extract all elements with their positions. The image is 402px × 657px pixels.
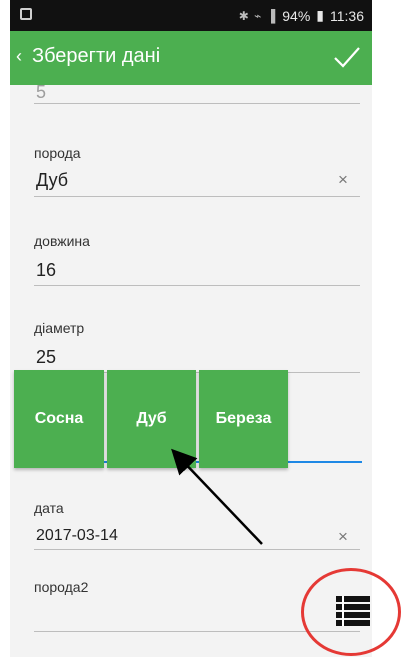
signal-icons: ✱ ⌁ ▐ bbox=[238, 8, 277, 23]
back-icon[interactable]: ‹ bbox=[16, 46, 22, 67]
page-title[interactable]: Зберегти дані bbox=[32, 45, 160, 68]
suggestion-chip-bereza[interactable]: Береза bbox=[199, 370, 288, 468]
clear-icon[interactable]: × bbox=[338, 527, 348, 547]
field-label-diameter: діаметр bbox=[34, 320, 85, 336]
suggestion-chip-dub[interactable]: Дуб bbox=[107, 370, 196, 468]
status-bar: ✱ ⌁ ▐ 94% ▮ 11:36 bbox=[10, 0, 372, 31]
phone-screen: ✱ ⌁ ▐ 94% ▮ 11:36 ‹ Зберегти дані 5 поро… bbox=[10, 0, 372, 657]
field-input-length[interactable]: 16 bbox=[36, 260, 56, 281]
field-label-date: дата bbox=[34, 500, 64, 516]
field-underline bbox=[34, 285, 360, 286]
annotation-circle bbox=[301, 568, 401, 656]
app-toolbar: ‹ Зберегти дані bbox=[10, 31, 372, 85]
field-underline bbox=[34, 549, 360, 550]
field-partial-underline bbox=[34, 103, 360, 104]
field-label-length: довжина bbox=[34, 233, 90, 249]
field-underline bbox=[34, 196, 360, 197]
field-label-poroda: порода bbox=[34, 145, 81, 161]
field-input-date[interactable]: 2017-03-14 bbox=[36, 527, 118, 545]
field-input-diameter[interactable]: 25 bbox=[36, 347, 56, 368]
check-icon[interactable] bbox=[332, 42, 362, 72]
field-label-poroda2: порода2 bbox=[34, 579, 89, 595]
notification-icon bbox=[20, 8, 32, 20]
clock: 11:36 bbox=[330, 7, 364, 24]
battery-percent: 94% bbox=[282, 7, 311, 24]
field-partial-value[interactable]: 5 bbox=[36, 82, 46, 103]
status-right: ✱ ⌁ ▐ 94% ▮ 11:36 bbox=[239, 7, 364, 24]
battery-icon: ▮ bbox=[316, 7, 324, 23]
suggestion-chip-sosna[interactable]: Сосна bbox=[14, 370, 104, 468]
field-input-poroda[interactable]: Дуб bbox=[36, 170, 68, 191]
clear-icon[interactable]: × bbox=[338, 170, 348, 190]
